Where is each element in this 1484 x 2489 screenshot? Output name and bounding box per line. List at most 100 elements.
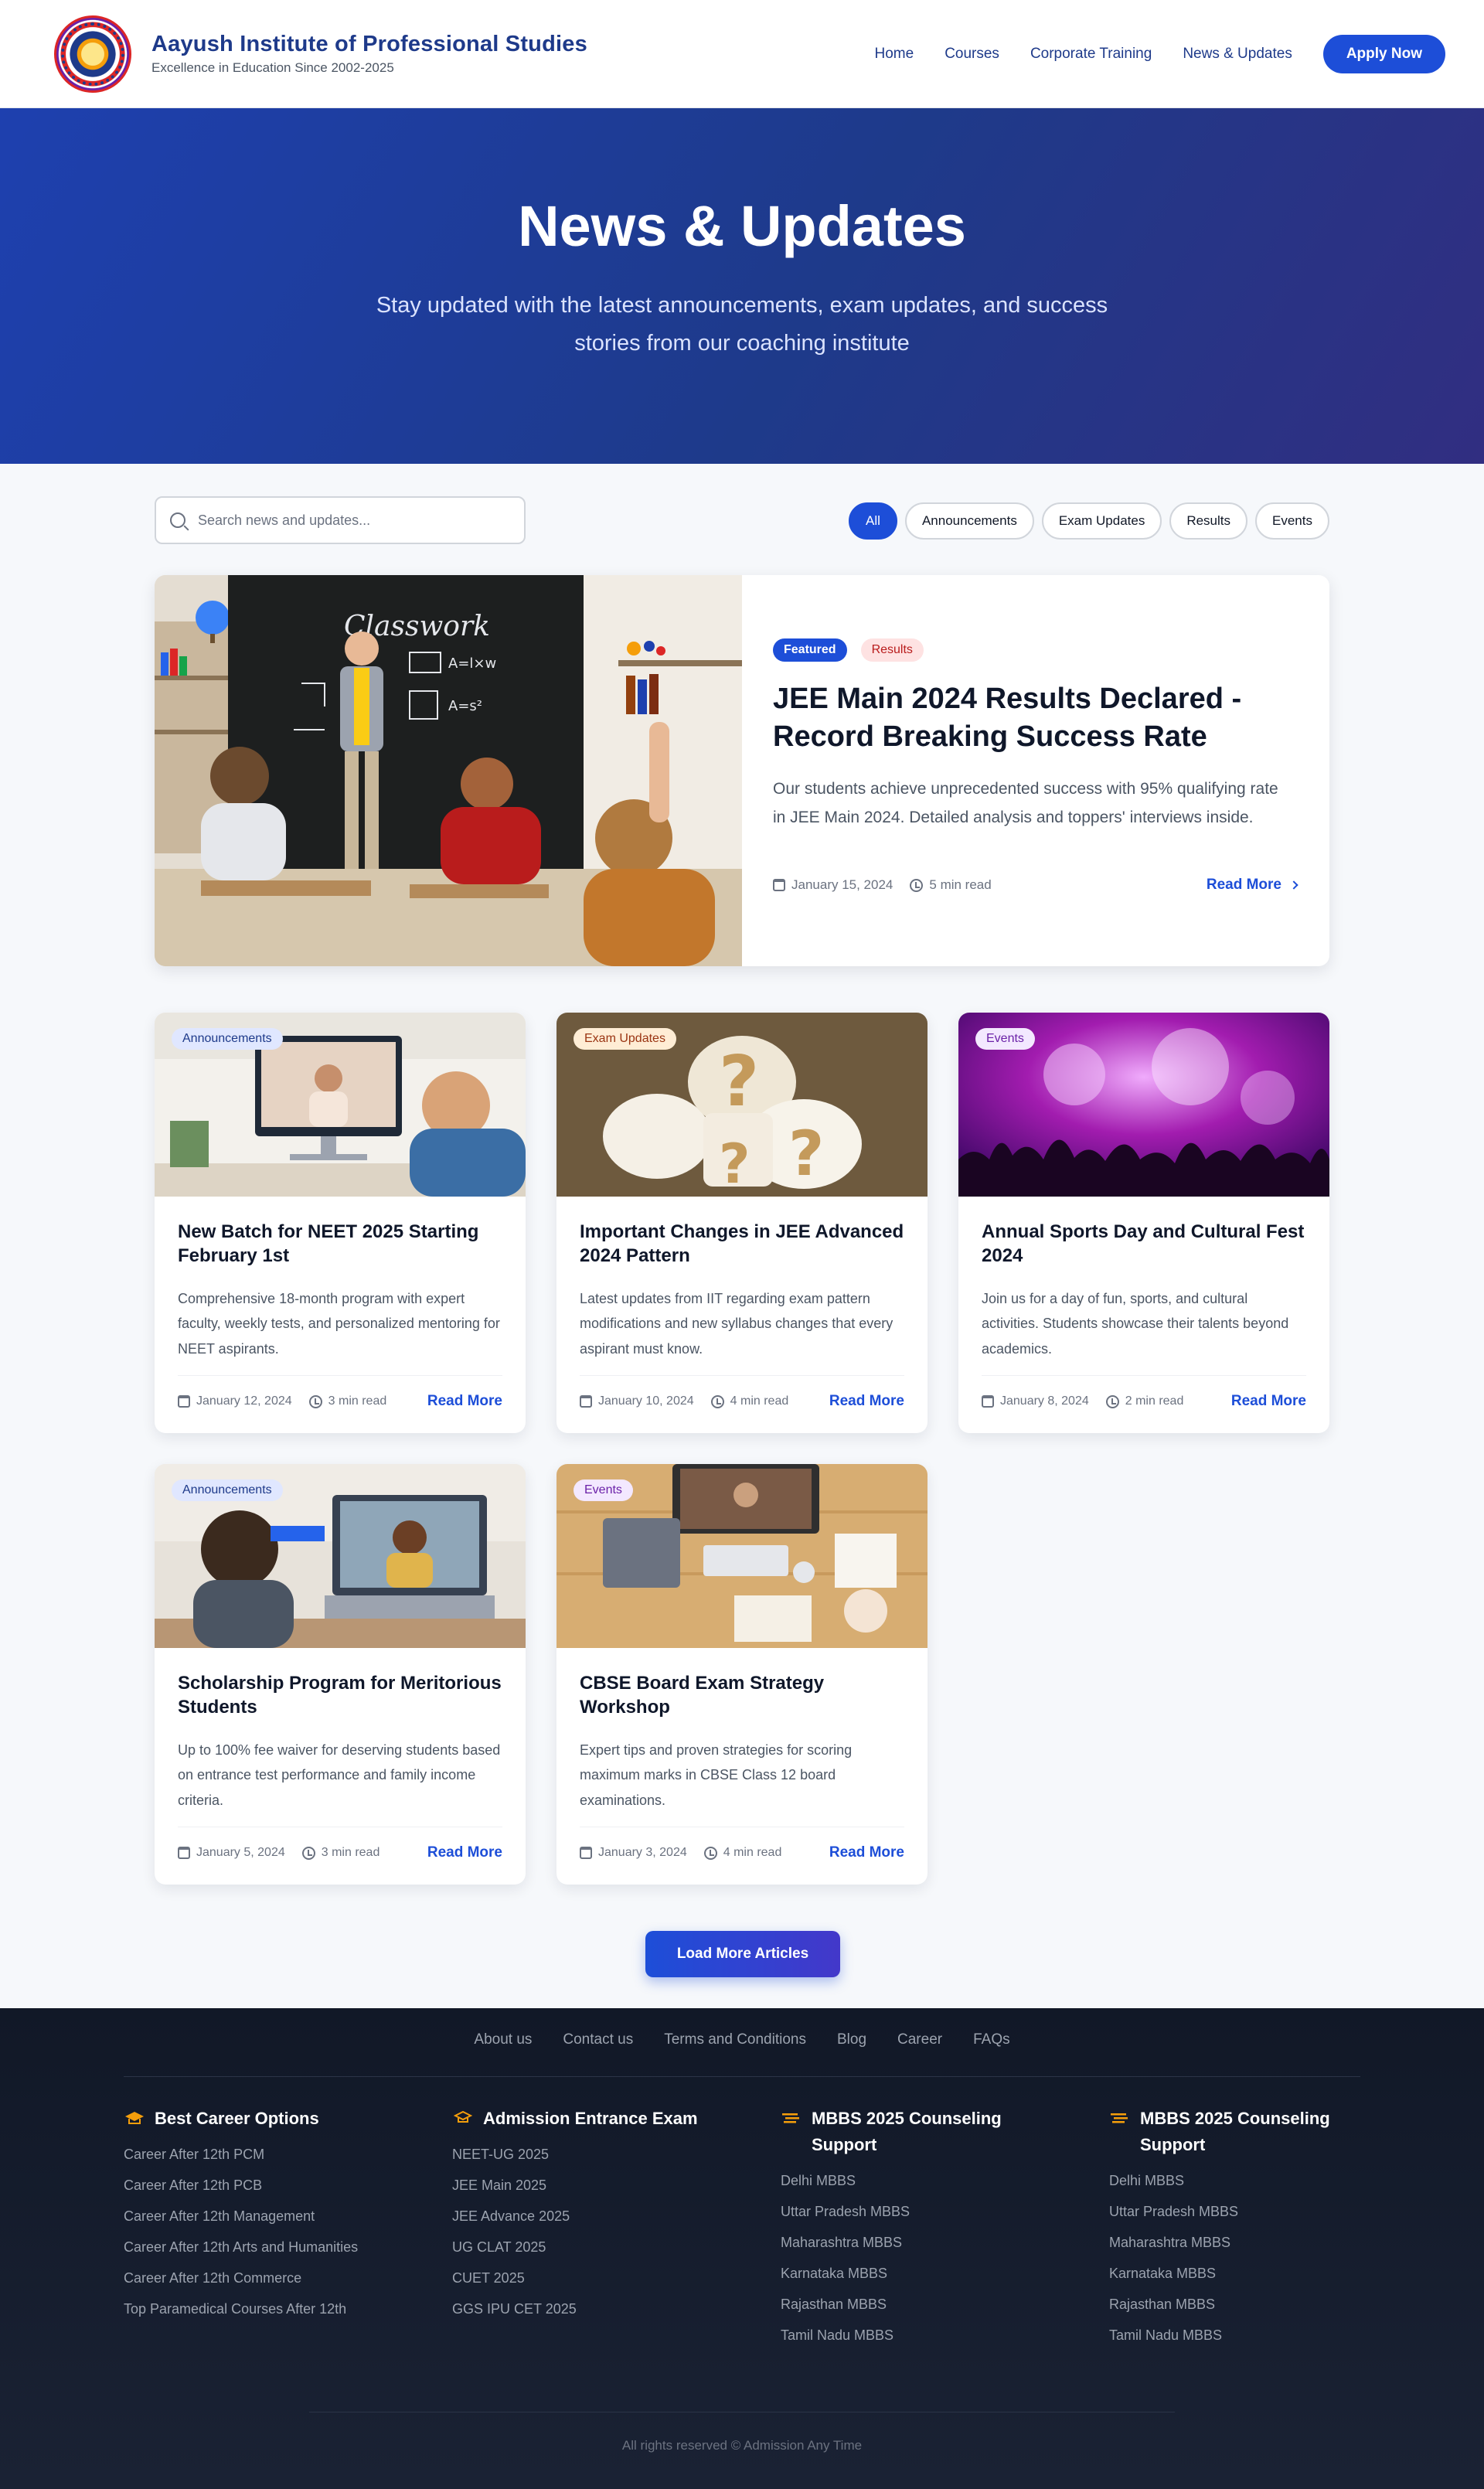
card-excerpt: Up to 100% fee waiver for deserving stud… [178, 1742, 501, 1808]
footer-list-item[interactable]: Top Paramedical Courses After 12th [124, 2299, 379, 2320]
classroom-illustration: Classwork A=l×w A=s² [155, 575, 742, 966]
hero-subtitle: Stay updated with the latest announcemen… [376, 293, 1108, 356]
read-more-link[interactable]: Read More [427, 1393, 502, 1410]
card-title[interactable]: Important Changes in JEE Advanced 2024 P… [580, 1220, 904, 1269]
card-title[interactable]: New Batch for NEET 2025 Starting Februar… [178, 1220, 502, 1269]
search-input[interactable] [198, 512, 507, 529]
filter-events[interactable]: Events [1255, 502, 1329, 540]
nav-home[interactable]: Home [875, 46, 914, 63]
footer-link-terms[interactable]: Terms and Conditions [664, 2031, 806, 2048]
footer-list-item[interactable]: CUET 2025 [452, 2268, 707, 2290]
filter-results[interactable]: Results [1169, 502, 1248, 540]
card-title[interactable]: Annual Sports Day and Cultural Fest 2024 [982, 1220, 1306, 1269]
footer-link-career[interactable]: Career [897, 2031, 942, 2048]
footer-list-item[interactable]: GGS IPU CET 2025 [452, 2299, 707, 2320]
svg-text:?: ? [719, 1041, 759, 1122]
footer-list-item[interactable]: UG CLAT 2025 [452, 2237, 707, 2259]
search-box [155, 496, 526, 544]
footer-list-item[interactable]: Delhi MBBS [1109, 2171, 1364, 2192]
footer-list-item[interactable]: Career After 12th Management [124, 2206, 379, 2228]
footer-link-contact[interactable]: Contact us [563, 2031, 633, 2048]
card-excerpt: Join us for a day of fun, sports, and cu… [982, 1291, 1289, 1357]
filter-exam-updates[interactable]: Exam Updates [1041, 502, 1162, 540]
featured-article[interactable]: Classwork A=l×w A=s² Featured Results JE… [155, 575, 1329, 966]
footer-list-item[interactable]: Maharashtra MBBS [781, 2232, 1036, 2254]
card-body: New Batch for NEET 2025 Starting Februar… [155, 1197, 526, 1364]
footer-link-about[interactable]: About us [474, 2031, 532, 2048]
calendar-icon [580, 1847, 592, 1859]
footer-list-item[interactable]: NEET-UG 2025 [452, 2144, 707, 2166]
footer-column-career: Best Career Options Career After 12th PC… [124, 2106, 379, 2329]
footer-list-item[interactable]: Uttar Pradesh MBBS [1109, 2201, 1364, 2223]
nav-courses[interactable]: Courses [945, 46, 999, 63]
category-badge: Announcements [172, 1479, 283, 1501]
card-title[interactable]: CBSE Board Exam Strategy Workshop [580, 1671, 904, 1721]
filter-all[interactable]: All [849, 502, 897, 540]
footer-column-title: MBBS 2025 Counseling Support [812, 2109, 1002, 2155]
card-title[interactable]: Scholarship Program for Meritorious Stud… [178, 1671, 502, 1721]
footer-list-item[interactable]: Career After 12th Arts and Humanities [124, 2237, 379, 2259]
read-more-link[interactable]: Read More [1206, 877, 1298, 894]
brand-title[interactable]: Aayush Institute of Professional Studies [151, 32, 587, 57]
load-more-button[interactable]: Load More Articles [645, 1931, 840, 1977]
footer-list-item[interactable]: Tamil Nadu MBBS [1109, 2325, 1364, 2347]
card-body: Scholarship Program for Meritorious Stud… [155, 1648, 526, 1815]
category-badge: Events [574, 1479, 633, 1501]
calendar-icon [773, 879, 785, 891]
featured-badge: Featured [773, 638, 847, 662]
article-card[interactable]: Announcements Scholarship Program for Me… [155, 1464, 526, 1885]
featured-title[interactable]: JEE Main 2024 Results Declared - Record … [773, 680, 1268, 757]
read-time-meta: 3 min read [308, 1394, 386, 1408]
category-filters: All Announcements Exam Updates Results E… [849, 502, 1329, 540]
card-meta: January 12, 2024 3 min read Read More [178, 1375, 502, 1410]
footer-list: Delhi MBBS Uttar Pradesh MBBS Maharashtr… [1109, 2171, 1364, 2346]
footer-list-item[interactable]: JEE Main 2025 [452, 2175, 707, 2197]
article-card[interactable]: Announcements New Batch for NEET 2025 St… [155, 1013, 526, 1433]
institute-logo[interactable] [54, 15, 131, 93]
footer-list-item[interactable]: Career After 12th Commerce [124, 2268, 379, 2290]
read-more-link[interactable]: Read More [829, 1393, 904, 1410]
footer-list-item[interactable]: Delhi MBBS [781, 2171, 1036, 2192]
svg-text:A=l×w: A=l×w [448, 655, 496, 672]
article-card[interactable]: ? ? ? Exam Updates Important Changes in … [556, 1013, 928, 1433]
footer-list-item[interactable]: JEE Advance 2025 [452, 2206, 707, 2228]
calendar-icon [982, 1395, 994, 1408]
footer-column-heading: Admission Entrance Exam [452, 2106, 707, 2132]
footer-list-item[interactable]: Maharashtra MBBS [1109, 2232, 1364, 2254]
article-image-video-call: Announcements [155, 1464, 526, 1648]
card-excerpt: Latest updates from IIT regarding exam p… [580, 1291, 893, 1357]
main-nav: Home Courses Corporate Training News & U… [875, 34, 1445, 73]
footer-link-faqs[interactable]: FAQs [973, 2031, 1010, 2048]
footer-list-item[interactable]: Career After 12th PCB [124, 2175, 379, 2197]
footer-column-title: Admission Entrance Exam [483, 2109, 698, 2128]
footer-link-blog[interactable]: Blog [837, 2031, 866, 2048]
category-badge: Exam Updates [574, 1028, 676, 1050]
date-text: January 15, 2024 [791, 877, 893, 892]
footer-column-heading: MBBS 2025 Counseling Support [781, 2106, 1036, 2158]
read-time-text: 3 min read [321, 1846, 380, 1859]
footer-list-item[interactable]: Karnataka MBBS [1109, 2263, 1364, 2285]
read-more-label: Read More [1206, 877, 1281, 893]
article-card[interactable]: Events Annual Sports Day and Cultural Fe… [958, 1013, 1329, 1433]
clock-icon [710, 1394, 724, 1408]
page-title: News & Updates [518, 194, 966, 258]
footer-list-item[interactable]: Rajasthan MBBS [781, 2294, 1036, 2316]
brand: Aayush Institute of Professional Studies… [151, 32, 587, 76]
filter-announcements[interactable]: Announcements [904, 502, 1034, 540]
footer-list: Career After 12th PCM Career After 12th … [124, 2144, 379, 2320]
footer-list-item[interactable]: Karnataka MBBS [781, 2263, 1036, 2285]
apply-now-button[interactable]: Apply Now [1322, 34, 1445, 73]
footer-list-item[interactable]: Career After 12th PCM [124, 2144, 379, 2166]
card-excerpt: Expert tips and proven strategies for sc… [580, 1742, 853, 1808]
read-more-link[interactable]: Read More [829, 1844, 904, 1861]
nav-news-updates[interactable]: News & Updates [1183, 46, 1292, 63]
footer-list-item[interactable]: Rajasthan MBBS [1109, 2294, 1364, 2316]
article-card[interactable]: Events CBSE Board Exam Strategy Workshop… [556, 1464, 928, 1885]
read-more-link[interactable]: Read More [1231, 1393, 1306, 1410]
footer-list-item[interactable]: Uttar Pradesh MBBS [781, 2201, 1036, 2223]
card-meta: January 8, 2024 2 min read Read More [982, 1375, 1306, 1410]
nav-corporate-training[interactable]: Corporate Training [1030, 46, 1152, 63]
read-more-link[interactable]: Read More [427, 1844, 502, 1861]
read-time-meta: 3 min read [301, 1846, 380, 1860]
footer-list-item[interactable]: Tamil Nadu MBBS [781, 2325, 1036, 2347]
